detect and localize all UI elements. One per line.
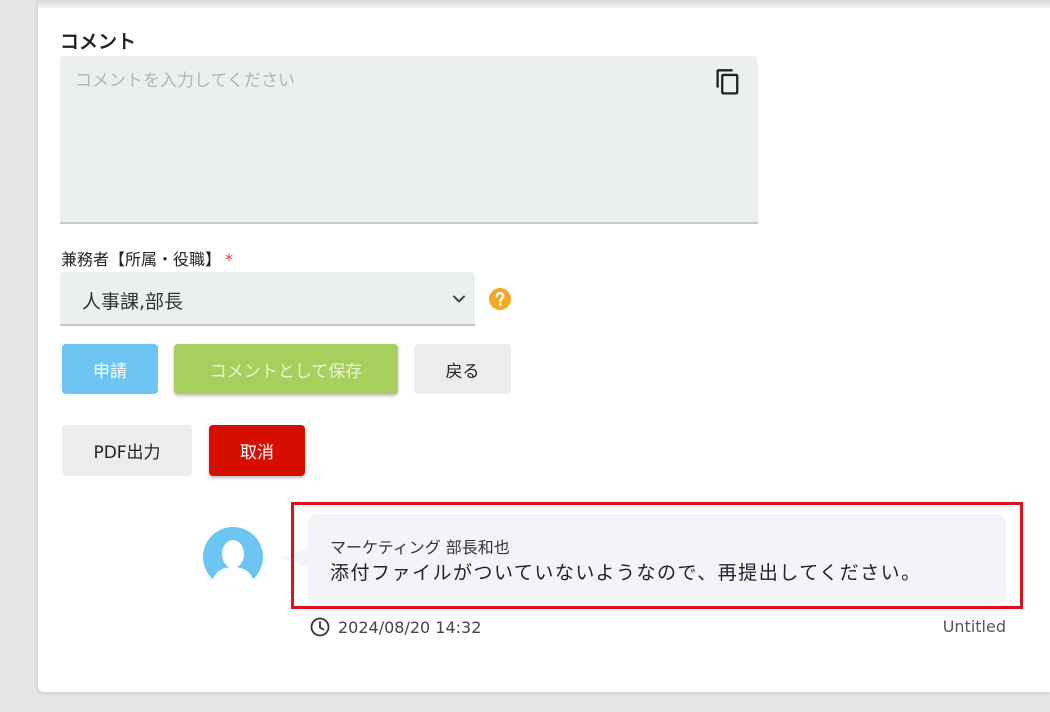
clock-icon (310, 617, 330, 637)
user-icon (211, 540, 255, 587)
comment-title: Untitled (942, 617, 1006, 636)
back-button[interactable]: 戻る (414, 344, 511, 394)
concurrent-select[interactable]: 人事課,部長 (60, 272, 475, 326)
comment-timestamp: 2024/08/20 14:32 (338, 617, 482, 637)
comment-timestamp-row: 2024/08/20 14:32 (310, 617, 481, 637)
concurrent-field-label: 兼務者【所属・役職】 * (61, 246, 233, 270)
top-shadow-bar (38, 0, 1050, 8)
comment-placeholder: コメントを入力してください (75, 71, 295, 91)
concurrent-label-text: 兼務者【所属・役職】 (61, 250, 222, 269)
avatar (203, 527, 263, 587)
concurrent-select-value: 人事課,部長 (82, 291, 184, 313)
question-circle-icon[interactable] (489, 288, 511, 310)
required-mark: * (225, 250, 234, 269)
apply-button[interactable]: 申請 (62, 344, 158, 394)
comment-section-title: コメント (60, 31, 137, 53)
save-as-comment-button[interactable]: コメントとして保存 (174, 344, 398, 394)
highlight-box (291, 502, 1023, 609)
comment-textarea[interactable]: コメントを入力してください (60, 56, 758, 224)
chevron-down-icon (453, 295, 465, 303)
pdf-export-button[interactable]: PDF出力 (62, 425, 192, 476)
copy-icon[interactable] (714, 68, 742, 98)
cancel-button[interactable]: 取消 (209, 425, 305, 476)
